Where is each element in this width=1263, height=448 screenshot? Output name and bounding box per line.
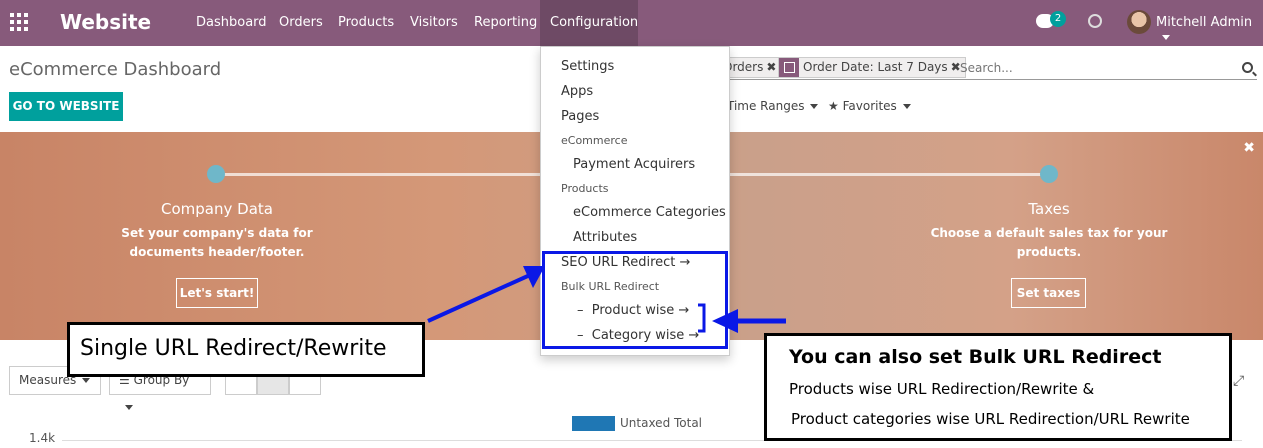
- annotation-single-text: Single URL Redirect/Rewrite: [80, 336, 387, 361]
- favorites-button[interactable]: ★ Favorites: [828, 99, 911, 113]
- step-title-taxes: Taxes: [1028, 200, 1070, 218]
- user-name: Mitchell Admin: [1156, 15, 1253, 30]
- facet-order-date[interactable]: Order Date: Last 7 Days ✖: [778, 57, 966, 78]
- nav-reporting[interactable]: Reporting: [474, 15, 537, 30]
- top-navbar: Website Dashboard Orders Products Visito…: [0, 0, 1263, 46]
- nav-visitors[interactable]: Visitors: [410, 15, 458, 30]
- step-desc-line: Set your company's data for: [121, 226, 313, 240]
- calendar-icon: [779, 58, 799, 77]
- step-desc-company: Set your company's data for documents he…: [117, 224, 317, 262]
- menu-item-attributes[interactable]: Attributes: [573, 230, 637, 245]
- step-desc-line: documents header/footer.: [129, 245, 305, 259]
- annotation-bulk-line2: Product categories wise URL Redirection/…: [791, 410, 1190, 428]
- caret-down-icon: [82, 378, 91, 383]
- step-dot-taxes: [1040, 165, 1058, 183]
- y-axis-tick: 1.4k: [29, 431, 56, 445]
- annotation-highlight-frame: [542, 251, 728, 349]
- menu-item-pages[interactable]: Pages: [561, 109, 599, 124]
- legend-swatch: [572, 416, 615, 431]
- menu-header-products: Products: [561, 182, 609, 195]
- legend-label: Untaxed Total: [620, 416, 703, 430]
- go-to-website-button[interactable]: GO TO WEBSITE: [9, 92, 123, 121]
- user-menu[interactable]: Mitchell Admin: [1156, 15, 1263, 45]
- caret-down-icon: [810, 104, 819, 109]
- banner-close-icon[interactable]: ✖: [1243, 140, 1255, 156]
- nav-configuration[interactable]: Configuration: [550, 15, 638, 30]
- chat-badge: 2: [1050, 11, 1066, 27]
- nav-dashboard[interactable]: Dashboard: [196, 15, 267, 30]
- favorites-label: Favorites: [842, 99, 897, 113]
- expand-icon[interactable]: ⤢: [1233, 373, 1244, 389]
- facet-date-label: Order Date: Last 7 Days: [803, 60, 948, 74]
- time-ranges-label: Time Ranges: [727, 99, 805, 113]
- search-underline: [720, 79, 1257, 80]
- annotation-bulk-line1: Products wise URL Redirection/Rewrite &: [789, 380, 1095, 398]
- menu-header-ecommerce: eCommerce: [561, 134, 628, 147]
- time-ranges-button[interactable]: Time Ranges: [727, 99, 819, 113]
- menu-item-settings[interactable]: Settings: [561, 59, 614, 74]
- nav-products[interactable]: Products: [338, 15, 394, 30]
- set-taxes-button[interactable]: Set taxes: [1011, 278, 1086, 308]
- step-desc-line: products.: [1016, 245, 1082, 259]
- caret-down-icon: [125, 405, 133, 410]
- page-title: eCommerce Dashboard: [9, 59, 222, 80]
- close-icon[interactable]: ✖: [766, 60, 776, 74]
- caret-down-icon: [1162, 35, 1170, 40]
- user-avatar[interactable]: [1127, 10, 1151, 34]
- step-desc-line: Choose a default sales tax for your: [930, 226, 1168, 240]
- menu-item-payment-acquirers[interactable]: Payment Acquirers: [573, 157, 695, 172]
- star-icon: ★: [828, 99, 839, 113]
- apps-menu-icon[interactable]: [10, 13, 28, 31]
- search-input[interactable]: [960, 58, 1240, 78]
- app-title: Website: [60, 10, 152, 34]
- menu-item-ecommerce-categories[interactable]: eCommerce Categories: [573, 205, 726, 220]
- caret-down-icon: [902, 104, 911, 109]
- activity-clock-icon[interactable]: [1088, 14, 1102, 28]
- lets-start-button[interactable]: Let's start!: [176, 278, 258, 308]
- step-dot-company: [207, 165, 225, 183]
- annotation-bulk-title: You can also set Bulk URL Redirect: [789, 346, 1162, 368]
- search-icon[interactable]: [1242, 62, 1253, 73]
- menu-item-apps[interactable]: Apps: [561, 84, 593, 99]
- step-title-company: Company Data: [161, 200, 273, 218]
- step-desc-taxes: Choose a default sales tax for your prod…: [929, 224, 1169, 262]
- nav-orders[interactable]: Orders: [279, 15, 323, 30]
